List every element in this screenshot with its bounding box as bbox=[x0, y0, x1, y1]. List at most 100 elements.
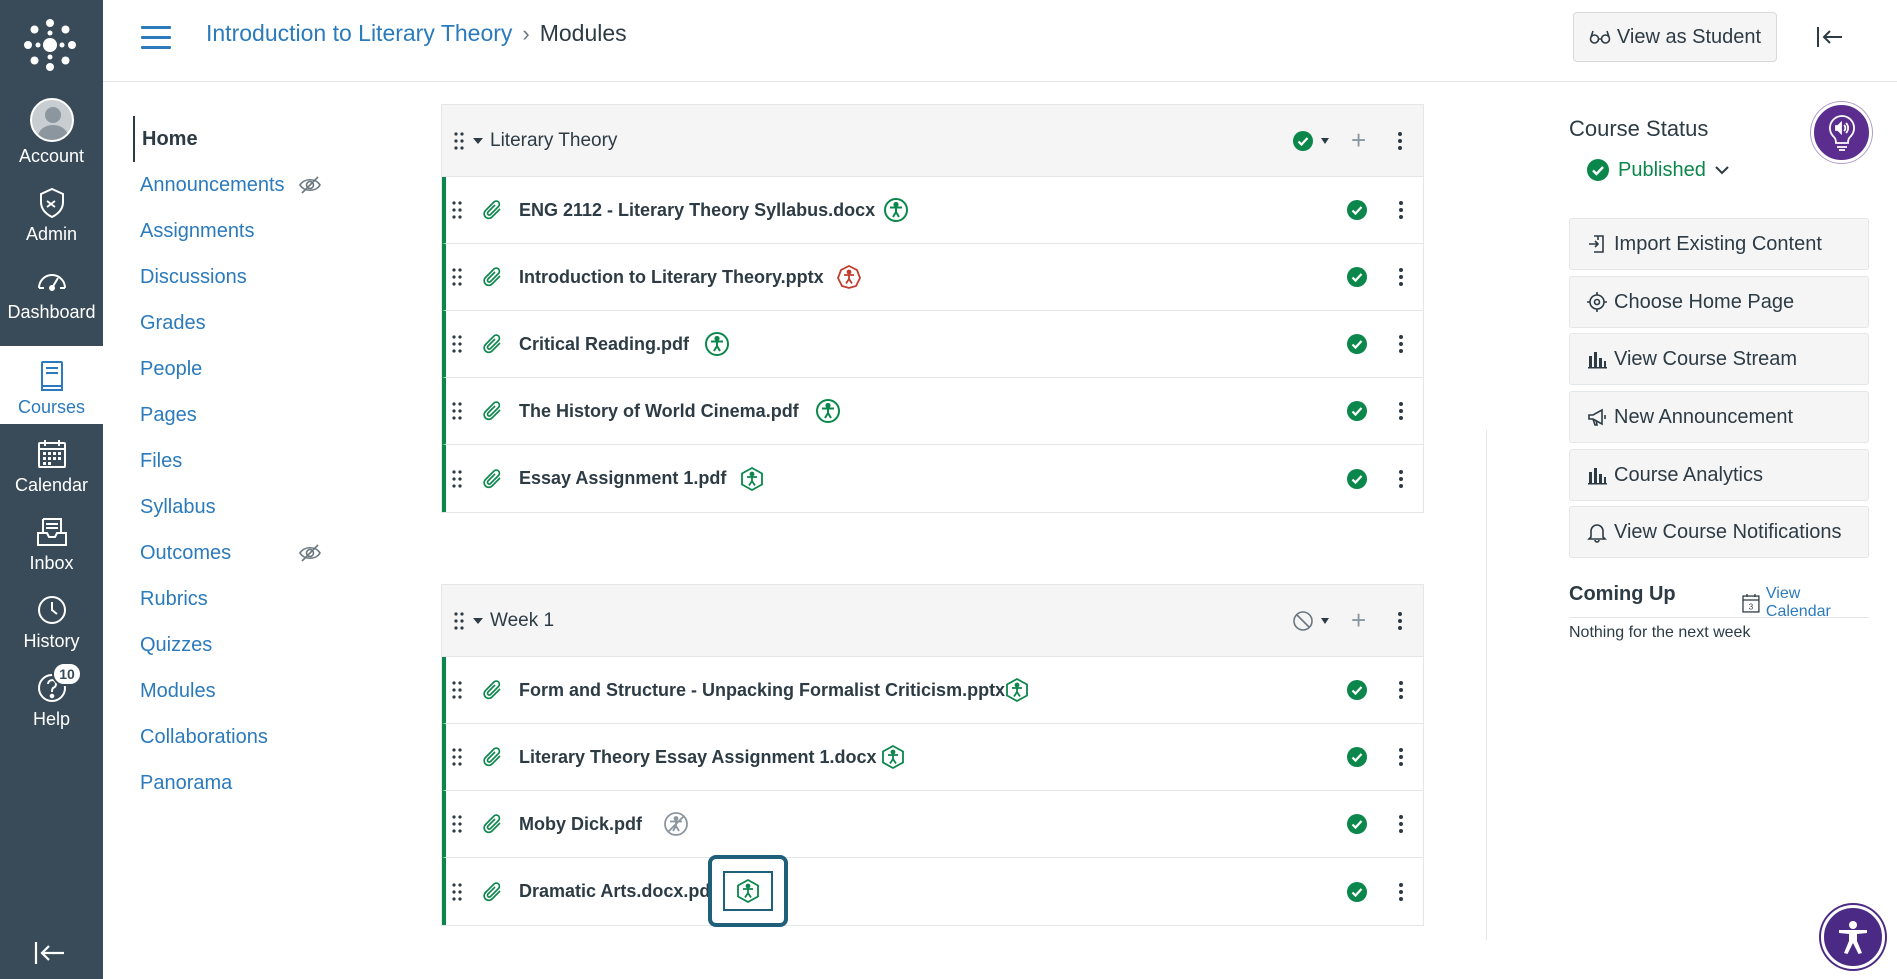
published-check-icon[interactable] bbox=[1346, 881, 1368, 903]
import-content-button[interactable]: Import Existing Content bbox=[1569, 218, 1869, 270]
course-nav-quizzes[interactable]: Quizzes bbox=[133, 622, 353, 668]
accessibility-widget-button[interactable] bbox=[1821, 905, 1885, 969]
published-check-icon[interactable] bbox=[1346, 679, 1368, 701]
kebab-menu-icon[interactable] bbox=[1397, 611, 1403, 631]
published-check-icon[interactable] bbox=[1346, 199, 1368, 221]
caret-down-icon[interactable] bbox=[473, 617, 483, 624]
course-nav-people[interactable]: People bbox=[133, 346, 353, 392]
module-item-title[interactable]: Form and Structure - Unpacking Formalist… bbox=[519, 680, 1005, 701]
module-item[interactable]: Essay Assignment 1.pdf bbox=[442, 445, 1423, 512]
drag-handle-icon[interactable] bbox=[452, 680, 462, 700]
drag-handle-icon[interactable] bbox=[452, 401, 462, 421]
course-nav-assignments[interactable]: Assignments bbox=[133, 208, 353, 254]
hamburger-menu-button[interactable] bbox=[141, 26, 171, 50]
accessibility-bad-icon[interactable] bbox=[836, 264, 862, 290]
accessibility-hex-icon[interactable] bbox=[880, 744, 906, 770]
course-analytics-button[interactable]: Course Analytics bbox=[1569, 449, 1869, 501]
drag-handle-icon[interactable] bbox=[452, 469, 462, 489]
collapse-nav-icon[interactable] bbox=[32, 938, 68, 968]
course-nav-announcements[interactable]: Announcements bbox=[133, 162, 353, 208]
accessibility-good-icon[interactable] bbox=[815, 398, 841, 424]
course-nav-collaborations[interactable]: Collaborations bbox=[133, 714, 353, 760]
kebab-menu-icon[interactable] bbox=[1398, 814, 1404, 834]
global-nav-dashboard[interactable]: Dashboard bbox=[0, 251, 103, 329]
kebab-menu-icon[interactable] bbox=[1398, 882, 1404, 902]
caret-down-icon[interactable] bbox=[473, 137, 483, 144]
drag-handle-icon[interactable] bbox=[452, 200, 462, 220]
accessibility-hex-icon[interactable] bbox=[1004, 677, 1030, 703]
global-nav-history[interactable]: History bbox=[0, 580, 103, 658]
module-item-title[interactable]: Dramatic Arts.docx.pdf bbox=[519, 881, 716, 902]
published-check-icon[interactable] bbox=[1346, 266, 1368, 288]
published-check-icon[interactable] bbox=[1346, 813, 1368, 835]
kebab-menu-icon[interactable] bbox=[1398, 401, 1404, 421]
accessibility-good-icon[interactable] bbox=[704, 331, 730, 357]
kebab-menu-icon[interactable] bbox=[1398, 469, 1404, 489]
course-nav-modules[interactable]: Modules bbox=[133, 668, 353, 714]
drag-handle-icon[interactable] bbox=[454, 131, 464, 151]
course-nav-rubrics[interactable]: Rubrics bbox=[133, 576, 353, 622]
module-item-title[interactable]: Literary Theory Essay Assignment 1.docx bbox=[519, 747, 876, 768]
kebab-menu-icon[interactable] bbox=[1398, 200, 1404, 220]
new-announcement-button[interactable]: New Announcement bbox=[1569, 391, 1869, 443]
global-nav-admin[interactable]: Admin bbox=[0, 173, 103, 251]
kebab-menu-icon[interactable] bbox=[1398, 267, 1404, 287]
accessibility-good-icon[interactable] bbox=[883, 197, 909, 223]
global-nav-courses[interactable]: Courses bbox=[0, 346, 103, 424]
published-check-icon[interactable] bbox=[1346, 333, 1368, 355]
view-calendar-link[interactable]: 3 View Calendar bbox=[1742, 585, 1869, 621]
global-nav-help[interactable]: 10 Help bbox=[0, 658, 103, 736]
module-item[interactable]: Introduction to Literary Theory.pptx bbox=[442, 244, 1423, 311]
choose-home-page-button[interactable]: Choose Home Page bbox=[1569, 276, 1869, 328]
published-check-icon[interactable] bbox=[1346, 400, 1368, 422]
drag-handle-icon[interactable] bbox=[452, 747, 462, 767]
module-item[interactable]: ENG 2112 - Literary Theory Syllabus.docx bbox=[442, 177, 1423, 244]
module-item-title[interactable]: Introduction to Literary Theory.pptx bbox=[519, 267, 824, 288]
module-item-title[interactable]: Critical Reading.pdf bbox=[519, 334, 689, 355]
module-item[interactable]: Form and Structure - Unpacking Formalist… bbox=[442, 657, 1423, 724]
accessibility-focused-button[interactable] bbox=[708, 855, 788, 927]
module-item[interactable]: The History of World Cinema.pdf bbox=[442, 378, 1423, 445]
module-item[interactable]: Dramatic Arts.docx.pdf bbox=[442, 855, 1423, 927]
published-check-icon[interactable] bbox=[1292, 130, 1314, 152]
drag-handle-icon[interactable] bbox=[452, 267, 462, 287]
global-nav-calendar[interactable]: Calendar bbox=[0, 424, 103, 502]
accessibility-unchecked-icon[interactable] bbox=[663, 811, 689, 837]
kebab-menu-icon[interactable] bbox=[1398, 680, 1404, 700]
canvas-logo-icon[interactable] bbox=[22, 17, 78, 73]
course-nav-files[interactable]: Files bbox=[133, 438, 353, 484]
status-caret-icon[interactable] bbox=[1321, 617, 1329, 624]
add-item-button[interactable]: + bbox=[1351, 125, 1366, 156]
course-nav-discussions[interactable]: Discussions bbox=[133, 254, 353, 300]
drag-handle-icon[interactable] bbox=[452, 882, 462, 902]
kebab-menu-icon[interactable] bbox=[1397, 131, 1403, 151]
collapse-sidebar-icon[interactable] bbox=[1815, 24, 1845, 50]
drag-handle-icon[interactable] bbox=[452, 814, 462, 834]
status-caret-icon[interactable] bbox=[1321, 137, 1329, 144]
course-nav-pages[interactable]: Pages bbox=[133, 392, 353, 438]
published-check-icon[interactable] bbox=[1346, 468, 1368, 490]
course-nav-syllabus[interactable]: Syllabus bbox=[133, 484, 353, 530]
published-check-icon[interactable] bbox=[1346, 746, 1368, 768]
course-status-dropdown[interactable]: Published bbox=[1586, 158, 1730, 182]
module-header[interactable]: Week 1 + bbox=[442, 585, 1423, 657]
global-nav-account[interactable]: Account bbox=[0, 95, 103, 173]
drag-handle-icon[interactable] bbox=[454, 611, 464, 631]
global-nav-inbox[interactable]: Inbox bbox=[0, 502, 103, 580]
course-nav-home[interactable]: Home bbox=[133, 116, 353, 162]
course-nav-grades[interactable]: Grades bbox=[133, 300, 353, 346]
module-item-title[interactable]: The History of World Cinema.pdf bbox=[519, 401, 799, 422]
module-header[interactable]: Literary Theory + bbox=[442, 105, 1423, 177]
kebab-menu-icon[interactable] bbox=[1398, 334, 1404, 354]
view-course-notifications-button[interactable]: View Course Notifications bbox=[1569, 506, 1869, 558]
module-item-title[interactable]: Moby Dick.pdf bbox=[519, 814, 642, 835]
module-item-title[interactable]: Essay Assignment 1.pdf bbox=[519, 468, 726, 489]
module-item[interactable]: Moby Dick.pdf bbox=[442, 791, 1423, 858]
ally-assistant-button[interactable] bbox=[1811, 102, 1872, 163]
drag-handle-icon[interactable] bbox=[452, 334, 462, 354]
course-nav-panorama[interactable]: Panorama bbox=[133, 760, 353, 806]
accessibility-hex-icon[interactable] bbox=[739, 466, 765, 492]
module-item-title[interactable]: ENG 2112 - Literary Theory Syllabus.docx bbox=[519, 200, 875, 221]
view-as-student-button[interactable]: View as Student bbox=[1573, 12, 1777, 62]
kebab-menu-icon[interactable] bbox=[1398, 747, 1404, 767]
